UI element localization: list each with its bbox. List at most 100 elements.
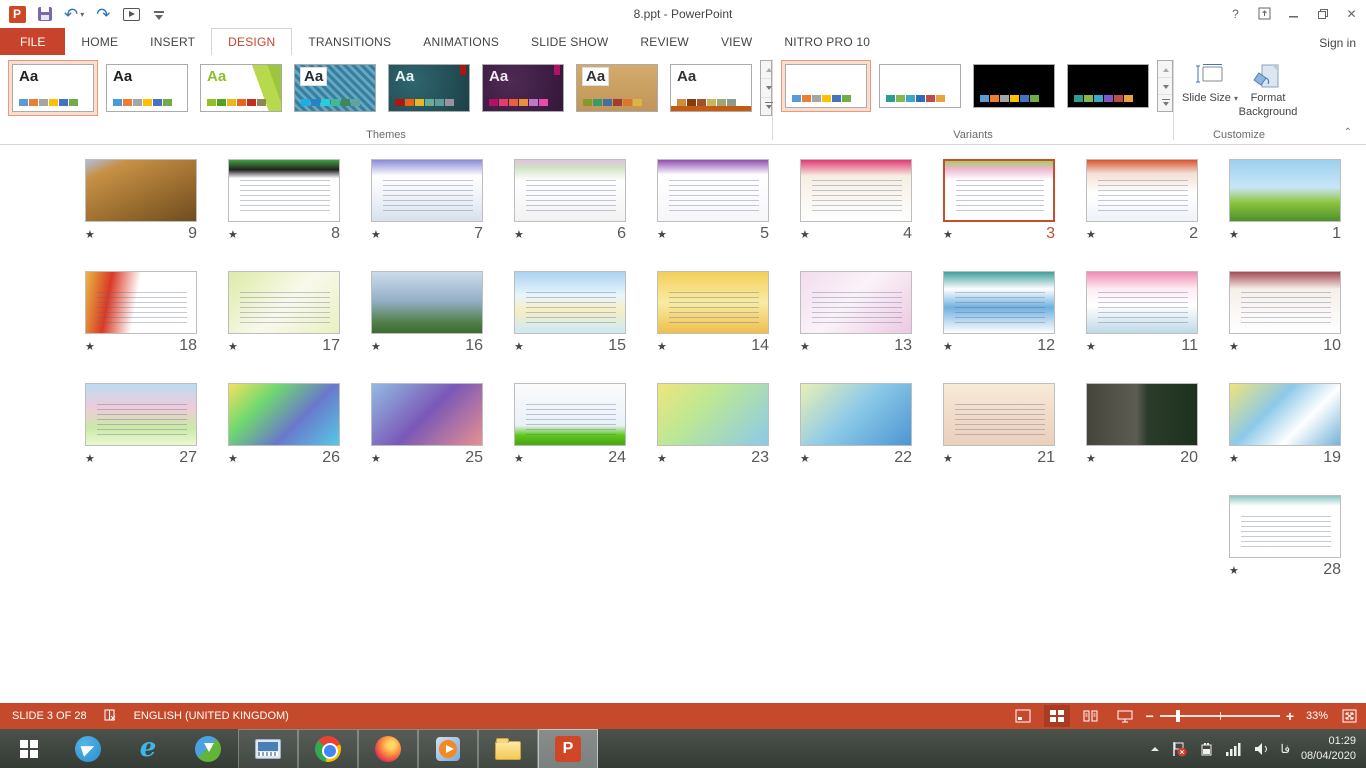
reading-view-button[interactable] [1078, 705, 1104, 727]
zoom-out-button[interactable]: − [1146, 709, 1154, 723]
slide-show-button[interactable] [1112, 705, 1138, 727]
taskbar-kbd[interactable] [238, 729, 298, 768]
slide-thumbnail[interactable] [657, 271, 769, 334]
tab-design[interactable]: DESIGN [211, 28, 292, 55]
slide-thumbnail[interactable] [371, 271, 483, 334]
ribbon-display-options-button[interactable] [1250, 0, 1279, 27]
close-button[interactable]: ✕ [1337, 0, 1366, 27]
taskbar-start[interactable] [0, 729, 58, 768]
theme-thumbnail[interactable]: Aa [478, 60, 568, 116]
action-center-flag-icon[interactable] [1171, 741, 1187, 757]
restore-button[interactable] [1308, 0, 1337, 27]
gallery-more-button[interactable] [761, 98, 771, 115]
slide-sorter-view-button[interactable] [1044, 705, 1070, 727]
network-signal-icon[interactable] [1225, 743, 1243, 756]
gallery-scroll-up-button[interactable] [761, 61, 771, 79]
theme-thumbnail[interactable]: Aa [196, 60, 286, 116]
slide-thumbnail[interactable] [85, 383, 197, 446]
slide-thumbnail[interactable] [1229, 159, 1341, 222]
fit-slide-to-window-button[interactable] [1336, 705, 1362, 727]
variant-thumbnail[interactable] [781, 60, 871, 112]
taskbar-powerpoint[interactable] [538, 729, 598, 768]
language-status[interactable]: ENGLISH (UNITED KINGDOM) [134, 710, 289, 722]
slide-thumbnail[interactable] [1229, 271, 1341, 334]
help-button[interactable]: ? [1221, 0, 1250, 27]
zoom-slider-thumb[interactable] [1176, 710, 1180, 722]
variant-thumbnail[interactable] [875, 60, 965, 112]
slide-thumbnail[interactable] [1229, 495, 1341, 558]
slide-number: 2 [1189, 225, 1198, 243]
tab-insert[interactable]: INSERT [134, 28, 211, 55]
gallery-more-button[interactable] [1158, 95, 1172, 111]
slide-number: 18 [179, 337, 197, 355]
taskbar-media[interactable] [418, 729, 478, 768]
zoom-slider[interactable] [1160, 715, 1280, 717]
tab-file[interactable]: FILE [0, 28, 65, 55]
slide-thumbnail[interactable] [943, 159, 1055, 222]
slide-thumbnail[interactable] [943, 271, 1055, 334]
slide-thumbnail[interactable] [371, 383, 483, 446]
slide-thumbnail[interactable] [800, 159, 912, 222]
slide-thumbnail[interactable] [657, 383, 769, 446]
slide-thumbnail[interactable] [514, 271, 626, 334]
slide-thumbnail[interactable] [514, 383, 626, 446]
variants-gallery [773, 60, 1153, 112]
slide-thumbnail[interactable] [228, 271, 340, 334]
slide-thumbnail[interactable] [85, 271, 197, 334]
theme-thumbnail[interactable]: Aa [666, 60, 756, 116]
theme-thumbnail[interactable]: Aa [8, 60, 98, 116]
tab-review[interactable]: REVIEW [624, 28, 705, 55]
battery-icon[interactable] [1198, 742, 1214, 756]
taskbar-idm[interactable] [178, 729, 238, 768]
taskbar-telegram[interactable] [58, 729, 118, 768]
tab-view[interactable]: VIEW [705, 28, 768, 55]
theme-aa-sample: Aa [207, 68, 226, 85]
tray-expand-icon[interactable] [1150, 745, 1160, 753]
theme-thumbnail[interactable]: Aa [572, 60, 662, 116]
slide-thumbnail[interactable] [800, 271, 912, 334]
slide-thumbnail[interactable] [800, 383, 912, 446]
minimize-button[interactable] [1279, 0, 1308, 27]
taskbar-chrome[interactable] [298, 729, 358, 768]
taskbar-firefox[interactable] [358, 729, 418, 768]
tab-transitions[interactable]: TRANSITIONS [292, 28, 407, 55]
spell-check-button[interactable] [103, 708, 118, 725]
theme-thumbnail[interactable]: Aa [384, 60, 474, 116]
gallery-scroll-down-button[interactable] [1158, 78, 1172, 95]
volume-icon[interactable] [1254, 742, 1270, 756]
slide-thumbnail[interactable] [657, 159, 769, 222]
tab-slide-show[interactable]: SLIDE SHOW [515, 28, 624, 55]
taskbar-clock[interactable]: 01:29 08/04/2020 [1301, 734, 1360, 764]
taskbar-ie[interactable] [118, 729, 178, 768]
slide-thumbnail[interactable] [943, 383, 1055, 446]
zoom-percentage[interactable]: 33% [1302, 710, 1328, 722]
slide-thumbnail[interactable] [1086, 271, 1198, 334]
slide-thumbnail[interactable] [228, 383, 340, 446]
normal-view-button[interactable] [1010, 705, 1036, 727]
theme-thumbnail[interactable]: Aa [102, 60, 192, 116]
slide-thumbnail[interactable] [514, 159, 626, 222]
transition-star-icon: ★ [1086, 452, 1096, 465]
slide-thumbnail[interactable] [1229, 383, 1341, 446]
slide-thumbnail[interactable] [228, 159, 340, 222]
variant-thumbnail[interactable] [969, 60, 1059, 112]
start-icon [20, 740, 38, 758]
tab-nitro-pro-10[interactable]: NITRO PRO 10 [768, 28, 886, 55]
variant-thumbnail[interactable] [1063, 60, 1153, 112]
input-language-indicator[interactable]: فا [1281, 742, 1290, 756]
slide-thumbnail[interactable] [1086, 383, 1198, 446]
slide-thumbnail[interactable] [1086, 159, 1198, 222]
gallery-scroll-down-button[interactable] [761, 79, 771, 97]
tab-home[interactable]: HOME [65, 28, 134, 55]
sign-in-link[interactable]: Sign in [1319, 36, 1356, 50]
slide-thumbnail[interactable] [371, 159, 483, 222]
gallery-scroll-up-button[interactable] [1158, 61, 1172, 78]
collapse-ribbon-button[interactable]: ⌃ [1344, 127, 1352, 138]
taskbar-folder[interactable] [478, 729, 538, 768]
format-background-button[interactable]: Format Background [1239, 60, 1297, 120]
zoom-in-button[interactable]: + [1286, 709, 1294, 723]
slide-thumbnail[interactable] [85, 159, 197, 222]
tab-animations[interactable]: ANIMATIONS [407, 28, 515, 55]
slide-size-button[interactable]: Slide Size ▾ [1181, 60, 1239, 120]
theme-thumbnail[interactable]: Aa [290, 60, 380, 116]
